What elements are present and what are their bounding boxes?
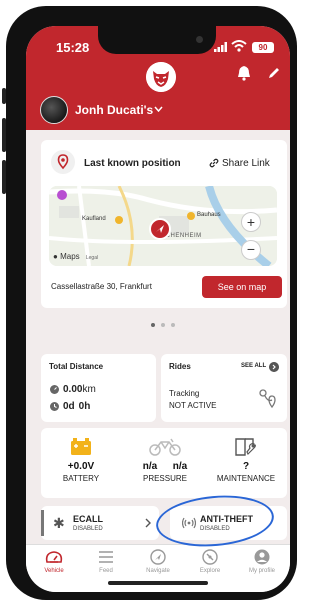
distance-unit: km — [82, 384, 96, 395]
battery-indicator: 90 — [252, 42, 274, 53]
navigation-arrow-icon — [156, 225, 164, 233]
chevron-right-icon[interactable] — [269, 362, 279, 372]
maps-attribution: ● Maps Legal — [53, 252, 98, 261]
apple-icon: ● — [53, 252, 58, 261]
list-icon — [99, 551, 113, 563]
ecall-tile[interactable]: ✱ ECALL DISABLED — [41, 506, 159, 540]
location-pin-badge — [51, 150, 75, 174]
maps-brand-label: Maps — [60, 252, 80, 261]
tab-vehicle[interactable]: Vehicle — [28, 549, 80, 574]
link-icon[interactable] — [209, 158, 219, 168]
rides-title: Rides — [169, 362, 191, 371]
distance-row: 0.00km — [50, 384, 96, 395]
position-title: Last known position — [84, 158, 181, 169]
tracking-status: Tracking NOT ACTIVE — [169, 388, 216, 412]
ecall-title: ECALL — [73, 514, 103, 524]
map-pin-bauhaus — [187, 212, 195, 220]
rides-card: Rides SEE ALL Tracking NOT ACTIVE — [161, 354, 287, 422]
navigate-icon — [150, 549, 166, 565]
gauge-icon — [50, 385, 59, 394]
maintenance-label: MAINTENANCE — [216, 474, 276, 483]
status-bar: 15:28 90 — [26, 26, 290, 66]
distance-value: 0.00 — [63, 384, 83, 395]
vehicle-metrics-card: +0.0V BATTERY n/a n/a PRESSURE ? MAINTEN… — [41, 428, 287, 498]
total-distance-card[interactable]: Total Distance 0.00km 0d 0h — [41, 354, 156, 422]
maintenance-book-icon — [235, 438, 256, 456]
map-pin-kaufland — [115, 216, 123, 224]
route-icon — [259, 389, 276, 409]
minus-icon: − — [246, 241, 256, 257]
tab-navigate[interactable]: Navigate — [132, 549, 184, 574]
zoom-out-button[interactable]: − — [241, 240, 261, 260]
brand-logo-icon — [146, 62, 176, 92]
see-on-map-button[interactable]: See on map — [202, 276, 282, 298]
wifi-icon — [231, 40, 247, 52]
battery-label: BATTERY — [62, 474, 100, 483]
chevron-down-icon[interactable] — [154, 106, 163, 113]
speedometer-icon — [45, 551, 63, 563]
map-label-kaufland: Kaufland — [82, 216, 106, 222]
tab-explore[interactable]: Explore — [184, 549, 236, 574]
pressure-values: n/a n/a — [127, 461, 203, 472]
clock-icon — [50, 402, 59, 411]
signal-icon — [214, 42, 227, 52]
tab-explore-label: Explore — [199, 568, 221, 574]
app-header: 15:28 90 Jonh Ducati's — [26, 26, 290, 130]
tab-my-profile-label: My profile — [248, 568, 275, 574]
asterisk-icon: ✱ — [53, 515, 65, 531]
map-label-bauhaus: Bauhaus — [197, 212, 221, 218]
share-link-label[interactable]: Share Link — [222, 158, 270, 169]
duration-row: 0d 0h — [50, 401, 90, 412]
pressure-front-value: n/a — [142, 461, 158, 472]
tracking-label: Tracking — [169, 389, 200, 398]
person-icon — [254, 549, 270, 565]
pressure-label: PRESSURE — [142, 474, 187, 483]
avatar[interactable] — [40, 96, 68, 124]
carousel-page-indicator[interactable] — [150, 322, 180, 328]
map-view[interactable]: Kaufland Bauhaus FECHENHEIM + − ● Maps L… — [49, 186, 277, 266]
plus-icon: + — [246, 214, 256, 230]
pressure-rear-value: n/a — [172, 461, 188, 472]
map-pin-purple — [57, 190, 67, 200]
vehicle-location-marker[interactable] — [149, 218, 171, 240]
camera-dot — [196, 36, 203, 43]
tab-navigate-label: Navigate — [146, 568, 170, 574]
maps-legal-link[interactable]: Legal — [86, 255, 98, 261]
total-distance-title: Total Distance — [49, 362, 104, 371]
see-all-link[interactable]: SEE ALL — [241, 363, 266, 369]
pencil-icon[interactable] — [267, 66, 281, 80]
ecall-status-bar — [41, 510, 44, 536]
car-battery-icon — [71, 438, 91, 455]
maintenance-metric[interactable]: ? MAINTENANCE — [213, 436, 279, 483]
battery-metric[interactable]: +0.0V BATTERY — [51, 436, 111, 483]
tab-feed[interactable]: Feed — [80, 549, 132, 574]
maintenance-value: ? — [242, 461, 250, 472]
tab-feed-label: Feed — [99, 568, 113, 574]
bell-icon[interactable] — [236, 65, 252, 81]
battery-voltage: +0.0V — [67, 461, 95, 472]
phone-side-button — [2, 88, 6, 104]
location-pin-icon — [57, 154, 69, 170]
compass-icon — [202, 549, 218, 565]
tracking-value: NOT ACTIVE — [169, 401, 217, 410]
tab-my-profile[interactable]: My profile — [236, 549, 288, 574]
status-time: 15:28 — [56, 40, 90, 55]
duration-days: 0d — [63, 401, 75, 412]
last-position-card: Last known position Share Link Kaufland … — [41, 140, 287, 308]
phone-volume-up-button — [2, 118, 6, 152]
ecall-status: DISABLED — [73, 526, 103, 532]
home-indicator[interactable] — [108, 581, 208, 585]
motorcycle-icon — [149, 438, 181, 456]
phone-volume-down-button — [2, 160, 6, 194]
share-link-button[interactable]: Share Link — [222, 158, 270, 169]
tab-vehicle-label: Vehicle — [44, 568, 64, 574]
user-name[interactable]: Jonh Ducati's — [75, 103, 153, 117]
duration-hours: 0h — [78, 401, 91, 412]
tire-pressure-metric[interactable]: n/a n/a PRESSURE — [127, 436, 203, 483]
chevron-right-icon[interactable] — [145, 518, 152, 528]
vehicle-address: Cassellastraße 30, Frankfurt — [51, 282, 152, 291]
zoom-in-button[interactable]: + — [241, 212, 261, 232]
